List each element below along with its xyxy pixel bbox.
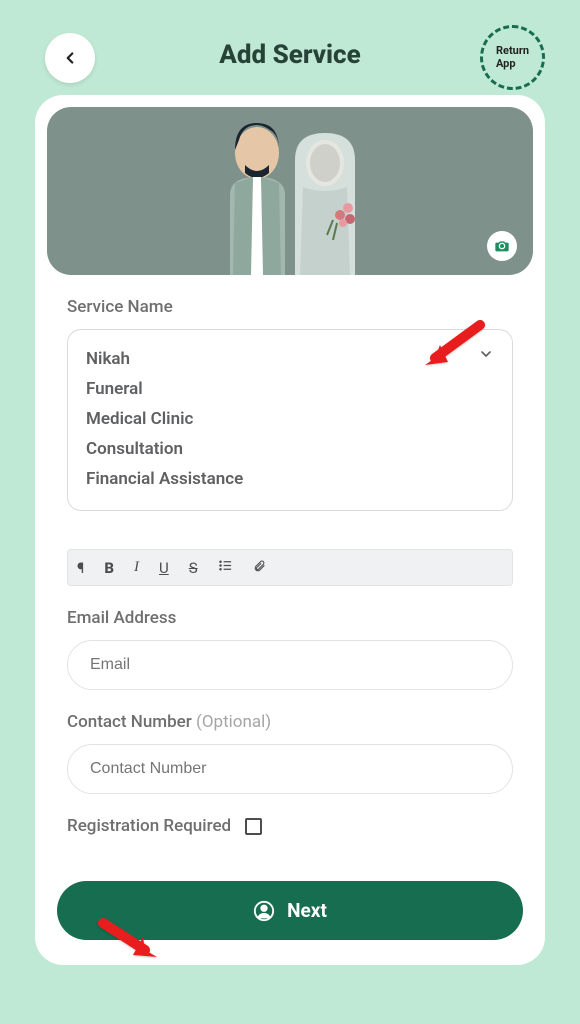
service-name-label: Service Name bbox=[67, 297, 513, 317]
header: Add Service Return App bbox=[35, 25, 545, 70]
hero-image bbox=[47, 107, 533, 275]
dropdown-option-funeral[interactable]: Funeral bbox=[86, 374, 494, 404]
list-icon[interactable] bbox=[215, 558, 236, 577]
underline-icon[interactable]: U bbox=[156, 559, 172, 577]
annotation-arrow-next bbox=[95, 915, 165, 969]
back-button[interactable] bbox=[45, 33, 95, 83]
return-app-button[interactable]: Return App bbox=[480, 25, 545, 90]
registration-row: Registration Required bbox=[67, 816, 513, 836]
email-field[interactable] bbox=[67, 640, 513, 690]
registration-checkbox[interactable] bbox=[245, 818, 262, 835]
couple-illustration bbox=[185, 107, 395, 275]
dropdown-option-medical[interactable]: Medical Clinic bbox=[86, 404, 494, 434]
contact-label: Contact Number (Optional) bbox=[67, 712, 513, 732]
dropdown-option-financial[interactable]: Financial Assistance bbox=[86, 464, 494, 494]
app-frame: Add Service Return App bbox=[0, 0, 580, 1024]
camera-icon bbox=[494, 238, 510, 254]
paragraph-icon[interactable]: ¶ bbox=[74, 559, 87, 577]
change-image-button[interactable] bbox=[487, 231, 517, 261]
registration-label: Registration Required bbox=[67, 816, 231, 836]
page-title: Add Service bbox=[219, 40, 360, 70]
chevron-left-icon bbox=[61, 49, 79, 67]
editor-content[interactable] bbox=[67, 511, 513, 549]
bold-icon[interactable]: B bbox=[101, 559, 117, 577]
contact-field[interactable] bbox=[67, 744, 513, 794]
form-card: Service Name Nikah Funeral Medical Clini… bbox=[35, 95, 545, 965]
annotation-arrow-dropdown bbox=[420, 320, 490, 374]
email-label: Email Address bbox=[67, 608, 513, 628]
next-label: Next bbox=[287, 899, 327, 922]
dropdown-option-consultation[interactable]: Consultation bbox=[86, 434, 494, 464]
attachment-icon[interactable] bbox=[250, 559, 269, 577]
strikethrough-icon[interactable]: S bbox=[186, 559, 201, 577]
italic-icon[interactable]: I bbox=[131, 559, 142, 576]
next-icon bbox=[253, 900, 275, 922]
editor-toolbar: ¶ B I U S bbox=[67, 549, 513, 586]
